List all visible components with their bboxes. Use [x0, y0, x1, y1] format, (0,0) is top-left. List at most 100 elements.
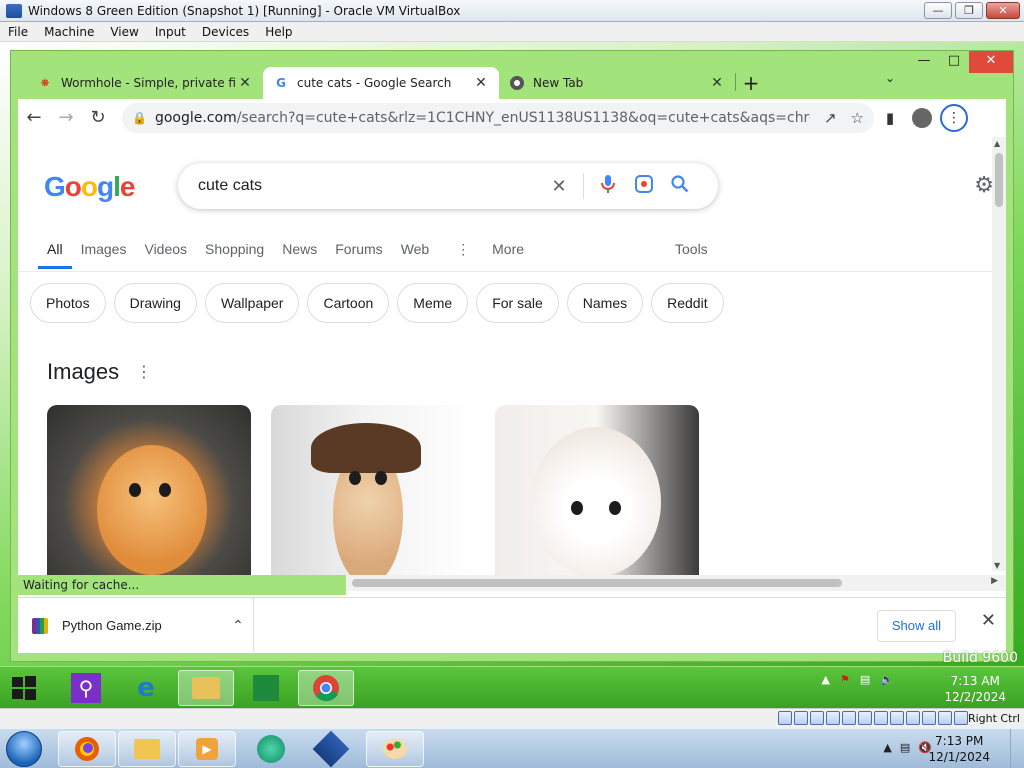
microphone-icon[interactable] [590, 174, 626, 199]
search-app-icon[interactable]: ⚲ [58, 670, 114, 706]
host-file-explorer-icon[interactable] [118, 731, 176, 767]
nav-tab-images[interactable]: Images [72, 237, 136, 269]
tab-cute-cats[interactable]: G cute cats - Google Search ✕ [263, 67, 499, 99]
menu-devices[interactable]: Devices [194, 25, 257, 39]
windows-start-orb-icon[interactable] [6, 731, 42, 767]
mouse-integration-icon[interactable] [922, 711, 936, 725]
nav-tab-all[interactable]: All [38, 237, 72, 269]
nav-tab-videos[interactable]: Videos [135, 237, 196, 269]
chip-cartoon[interactable]: Cartoon [307, 283, 390, 323]
nav-tab-web[interactable]: Web [392, 237, 439, 269]
tab-close-icon[interactable]: ✕ [237, 75, 253, 91]
hard-disk-icon[interactable] [778, 711, 792, 725]
shared-folders-icon[interactable] [858, 711, 872, 725]
firefox-icon[interactable] [58, 731, 116, 767]
image-result[interactable] [495, 405, 699, 585]
cpu-icon[interactable] [906, 711, 920, 725]
menu-help[interactable]: Help [257, 25, 300, 39]
google-logo[interactable]: Google [44, 171, 135, 203]
chip-reddit[interactable]: Reddit [651, 283, 724, 323]
image-result[interactable] [271, 405, 475, 585]
back-button[interactable]: ← [18, 102, 50, 134]
scroll-down-arrow-icon[interactable]: ▼ [994, 561, 1000, 570]
close-button[interactable]: ✕ [986, 2, 1020, 19]
minimize-button[interactable]: — [924, 2, 952, 19]
chip-drawing[interactable]: Drawing [113, 283, 197, 323]
store-icon[interactable] [238, 670, 294, 706]
nav-tab-forums[interactable]: Forums [326, 237, 391, 269]
paint-icon[interactable] [366, 731, 424, 767]
bookmark-star-icon[interactable]: ☆ [851, 109, 864, 127]
vertical-scroll-thumb[interactable] [995, 153, 1003, 207]
host-network-icon[interactable]: ▤ [900, 741, 910, 754]
side-panel-icon[interactable]: ▮ [874, 109, 906, 127]
tray-chevron-up-icon[interactable]: ▲ [822, 673, 830, 686]
guest-clock[interactable]: 7:13 AM 12/2/2024 [944, 673, 1006, 705]
profile-avatar-icon[interactable] [912, 108, 932, 128]
show-all-button[interactable]: Show all [876, 610, 956, 642]
reload-button[interactable]: ↻ [82, 102, 114, 134]
nav-tab-news[interactable]: News [273, 237, 326, 269]
search-icon[interactable] [662, 174, 698, 198]
usb-icon[interactable] [842, 711, 856, 725]
audio-icon[interactable] [810, 711, 824, 725]
recording-icon[interactable] [890, 711, 904, 725]
images-options-icon[interactable]: ⋮ [136, 362, 152, 381]
tab-close-icon[interactable]: ✕ [709, 75, 725, 91]
search-input[interactable]: cute cats [198, 177, 541, 195]
clear-search-icon[interactable]: ✕ [541, 176, 577, 197]
share-icon[interactable]: ↗ [824, 109, 837, 127]
host-key-arrow-icon[interactable] [954, 711, 968, 725]
chip-names[interactable]: Names [566, 283, 644, 323]
tab-close-icon[interactable]: ✕ [473, 75, 489, 91]
new-tab-button[interactable]: + [736, 67, 766, 99]
chrome-menu-button[interactable]: ⋮ [940, 104, 968, 132]
nav-tab-more[interactable]: ⋮ More [438, 237, 542, 269]
scroll-right-arrow-icon[interactable]: ▶ [991, 576, 998, 586]
action-center-icon[interactable]: ⚑ [840, 673, 850, 686]
windows-start-icon[interactable] [4, 670, 44, 706]
menu-file[interactable]: File [0, 25, 36, 39]
chrome-taskbar-icon[interactable] [298, 670, 354, 706]
internet-explorer-icon[interactable]: e [118, 670, 174, 706]
scroll-up-arrow-icon[interactable]: ▲ [994, 139, 1000, 148]
tools-button[interactable]: Tools [675, 241, 708, 257]
network-icon[interactable]: ▤ [860, 673, 870, 686]
chip-photos[interactable]: Photos [30, 283, 106, 323]
nav-tab-shopping[interactable]: Shopping [196, 237, 273, 269]
download-item[interactable]: Python Game.zip ⌃ [18, 597, 254, 654]
host-tray-chevron-up-icon[interactable]: ▲ [883, 741, 891, 754]
keyboard-icon[interactable] [938, 711, 952, 725]
browser-globe-icon[interactable] [242, 731, 300, 767]
volume-icon[interactable]: 🔈 [880, 673, 894, 686]
menu-input[interactable]: Input [147, 25, 194, 39]
forward-button[interactable]: → [50, 102, 82, 134]
tab-wormhole[interactable]: ✸ Wormhole - Simple, private file s ✕ [27, 67, 263, 99]
menu-view[interactable]: View [102, 25, 146, 39]
close-downloads-icon[interactable]: ✕ [981, 610, 996, 631]
media-player-icon[interactable]: ▶ [178, 731, 236, 767]
chevron-up-icon[interactable]: ⌃ [223, 618, 253, 634]
file-explorer-icon[interactable] [178, 670, 234, 706]
tab-search-chevron-icon[interactable]: ⌄ [885, 71, 895, 85]
network-adapter-icon[interactable] [826, 711, 840, 725]
chip-wallpaper[interactable]: Wallpaper [204, 283, 300, 323]
lens-camera-icon[interactable] [626, 174, 662, 199]
address-bar[interactable]: 🔒 google.com /search?q=cute+cats&rlz=1C1… [122, 103, 874, 133]
maximize-button[interactable]: ❐ [955, 2, 983, 19]
menu-machine[interactable]: Machine [36, 25, 102, 39]
image-result[interactable] [47, 405, 251, 585]
virtualbox-taskbar-icon[interactable] [302, 730, 360, 768]
optical-drive-icon[interactable] [794, 711, 808, 725]
show-desktop-button[interactable] [1010, 729, 1024, 768]
host-clock[interactable]: 7:13 PM 12/1/2024 [928, 733, 990, 765]
horizontal-scrollbar[interactable]: ▶ [346, 575, 1006, 591]
lock-icon[interactable]: 🔒 [132, 111, 147, 125]
display-icon[interactable] [874, 711, 888, 725]
chip-meme[interactable]: Meme [397, 283, 469, 323]
tab-new-tab[interactable]: New Tab ✕ [499, 67, 735, 99]
vertical-scrollbar[interactable]: ▲ ▼ [992, 137, 1006, 571]
horizontal-scroll-thumb[interactable] [352, 579, 842, 587]
search-box[interactable]: cute cats ✕ [178, 163, 718, 209]
chip-for-sale[interactable]: For sale [476, 283, 559, 323]
